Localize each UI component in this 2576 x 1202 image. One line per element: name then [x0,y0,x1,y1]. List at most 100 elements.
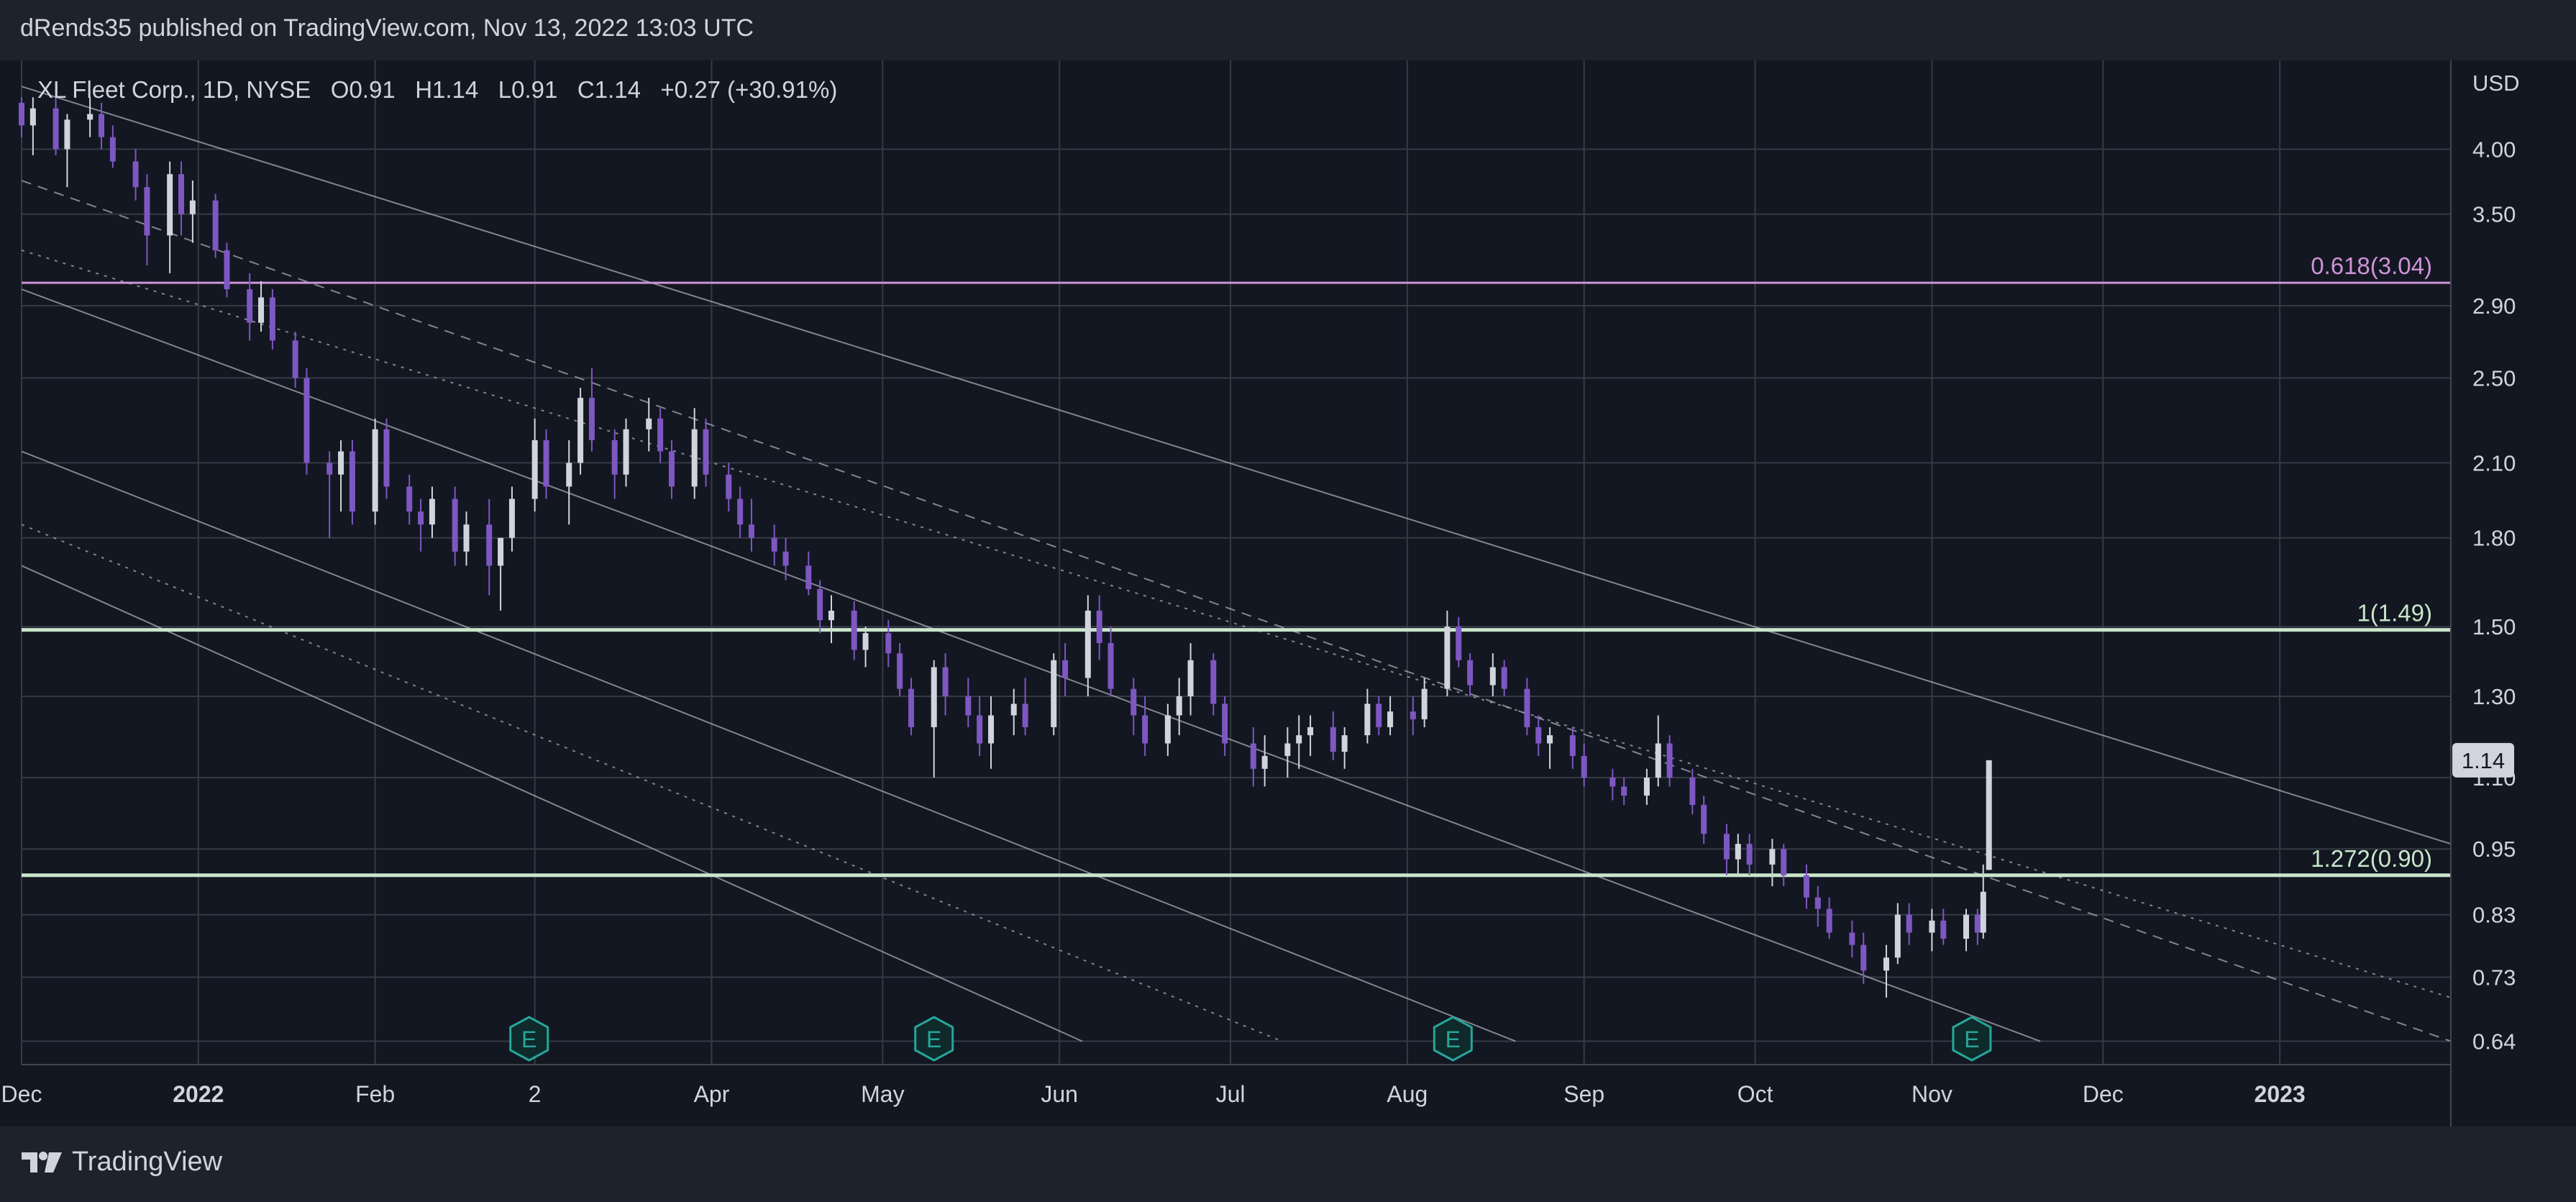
candle-body [99,114,105,137]
price-chart[interactable]: 0.618(3.04)1(1.49)1.272(0.90) EEEE Dec 20… [0,0,2576,1126]
candle-body [383,429,390,487]
candle-body [577,398,584,463]
candle-body [611,440,618,475]
candle-body [1814,897,1821,909]
candle-body [726,474,732,499]
candle-body [885,633,892,654]
candle-body [1501,667,1507,689]
candle-body [486,524,493,566]
candle-body [338,451,344,475]
candle-body [851,610,857,650]
candle-body [1284,743,1291,756]
candle-body [1387,711,1394,727]
candle-body [1176,696,1182,716]
ohlc-change: +0.27 (+30.91%) [660,76,838,103]
candle-body [1421,688,1428,719]
candle-body [1826,909,1832,933]
candle-body [908,688,915,727]
candle-body [144,187,150,236]
candle-body [1655,743,1661,778]
candle-body [623,429,629,475]
chart-background [0,60,2576,1126]
candle-body [1906,914,1912,933]
x-tick-label: Feb [355,1081,395,1107]
candle-body [588,398,595,440]
candle-body [178,174,185,214]
candle-body [1535,727,1542,744]
candle-body [1250,743,1256,769]
candle-body [1524,688,1530,727]
candle-body [463,524,470,552]
candle-body [132,161,139,188]
tradingview-brand[interactable]: TradingView [20,1147,222,1178]
candle-body [897,653,903,689]
candle-body [1376,704,1382,727]
candle-body [1341,735,1348,752]
candle-body [1581,755,1587,778]
candle-body [817,589,823,621]
candle-body [965,696,972,716]
ohlc-high: H1.14 [415,76,479,103]
candle-body [748,524,754,538]
candle-body [1410,711,1416,719]
x-tick-label: Sep [1563,1081,1604,1107]
candle-body [703,429,709,475]
candle-body [1187,660,1194,696]
candle-body [931,667,937,727]
candle-body [326,463,333,475]
x-tick-label: Nov [1912,1081,1952,1107]
candle-body [771,537,777,552]
candle-body [1849,932,1855,945]
candle-body [19,102,24,126]
candle-body [691,429,698,487]
fib-level-label: 0.618(3.04) [2311,252,2432,279]
candle-body [1142,715,1148,744]
currency-label: USD [2472,70,2520,96]
candle-body [1307,727,1314,736]
candle-body [1894,914,1901,958]
candle-body [1980,891,1986,933]
x-tick-label: May [861,1081,904,1107]
y-tick-label: 0.95 [2472,837,2516,862]
candle-body [212,200,219,250]
candle-body [1096,610,1102,644]
candle-body [942,667,949,696]
candle-body [1621,786,1627,796]
candle-body [406,486,413,512]
candle-body [1929,920,1935,933]
candle-body [1689,778,1696,805]
candle-body [1701,804,1707,834]
earnings-marker-label: E [521,1026,536,1052]
earnings-marker-label: E [1964,1026,1979,1052]
candle-body [349,451,355,512]
candle-body [1860,944,1867,971]
candle-body [189,200,196,214]
y-tick-label: 1.80 [2472,526,2516,551]
candle-body [292,340,298,378]
candle-body [1210,660,1217,704]
candle-body [1489,667,1496,686]
candle-body [1963,914,1969,939]
candle-body [737,498,744,525]
symbol-name: XL Fleet Corp., 1D, NYSE [37,76,311,103]
last-price-label: 1.14 [2462,748,2505,773]
candle-body [1735,844,1741,860]
candle-body [247,289,253,323]
candle-body [1547,735,1553,744]
candle-body [646,418,652,429]
y-tick-label: 1.50 [2472,614,2516,639]
candle-body [1062,660,1069,678]
candle-body [1467,660,1474,686]
candle-body [977,715,983,744]
candle-body [805,565,812,590]
footer-bar [0,1126,2576,1202]
fib-level-label: 1(1.49) [2357,600,2432,627]
x-tick-label: Aug [1387,1081,1428,1107]
candle-body [566,463,572,487]
candle-body [269,297,275,341]
ohlc-open: O0.91 [330,76,396,103]
candle-body [782,551,789,566]
candle-body [1940,920,1947,939]
candle-body [372,429,378,512]
candle-body [1084,610,1091,678]
